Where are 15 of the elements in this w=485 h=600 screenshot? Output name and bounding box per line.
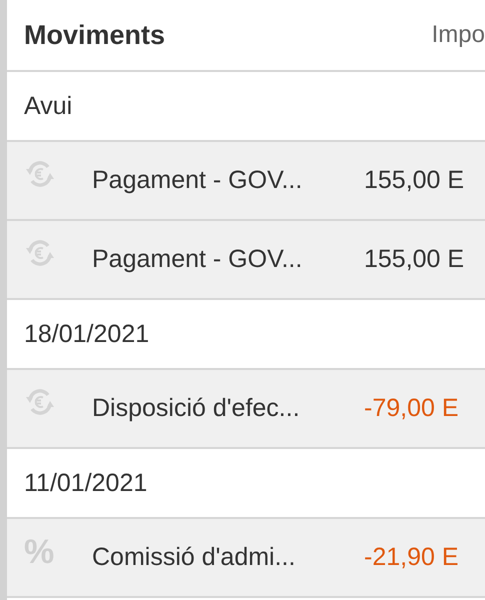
transaction-row[interactable]: Pagament - GOV... 155,00 E (7, 142, 485, 221)
transaction-amount: 155,00 E (364, 245, 464, 274)
transaction-description: Pagament - GOV... (92, 245, 304, 274)
transaction-amount: -79,00 E (364, 394, 459, 423)
transaction-amount: -21,90 E (364, 543, 459, 572)
transaction-description: Comissió d'admi... (92, 543, 296, 572)
column-header: Impo (432, 21, 485, 49)
transaction-row[interactable]: Pagament - GOV... 155,00 E (7, 221, 485, 300)
transaction-amount: 155,00 E (364, 166, 464, 195)
transaction-description: Pagament - GOV... (92, 166, 304, 195)
percent-icon: % (24, 533, 64, 572)
transaction-description: Disposició d'efec... (92, 394, 301, 423)
transaction-row[interactable]: % Comissió d'admi... -21,90 E (7, 519, 485, 598)
transaction-row[interactable]: Disposició d'efec... -79,00 E (7, 370, 485, 449)
section-title: Moviments (24, 20, 166, 50)
